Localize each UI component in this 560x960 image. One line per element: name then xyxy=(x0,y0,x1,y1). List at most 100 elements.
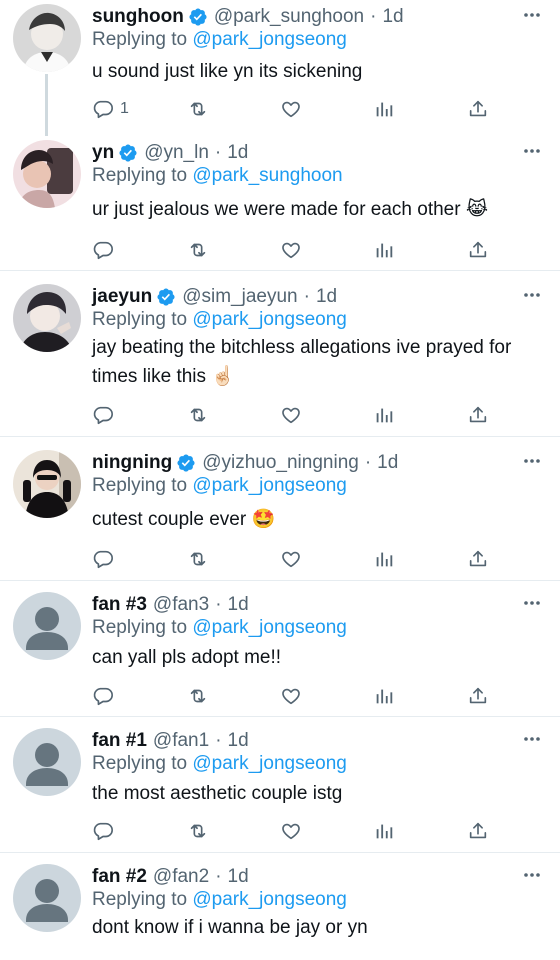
analytics-button[interactable] xyxy=(373,819,395,843)
share-button[interactable] xyxy=(467,819,489,843)
analytics-button[interactable] xyxy=(373,238,395,262)
more-icon[interactable] xyxy=(522,144,542,158)
avatar[interactable] xyxy=(13,450,81,518)
tweet-text: dont know if i wanna be jay or yn xyxy=(92,917,368,938)
like-icon xyxy=(280,548,302,570)
separator-dot: · xyxy=(364,452,372,473)
like-icon xyxy=(280,239,302,261)
replying-to: Replying to @park_jongseong xyxy=(92,307,347,333)
reply-icon xyxy=(92,820,114,842)
avatar[interactable] xyxy=(13,728,81,796)
divider xyxy=(0,436,560,437)
analytics-icon xyxy=(373,404,395,426)
more-icon[interactable] xyxy=(522,732,542,746)
mention-link[interactable]: @park_sunghoon xyxy=(192,165,342,186)
mention-link[interactable]: @park_jongseong xyxy=(192,475,347,496)
share-icon xyxy=(467,239,489,261)
verified-icon xyxy=(184,7,208,27)
action-bar: 1 xyxy=(92,97,492,121)
tweet-text: jay beating the bitchless allegations iv… xyxy=(92,337,512,387)
like-button[interactable] xyxy=(280,684,302,708)
reply-button[interactable] xyxy=(92,684,114,708)
like-button[interactable] xyxy=(280,97,302,121)
like-button[interactable] xyxy=(280,403,302,427)
replying-to-label: Replying to xyxy=(92,617,193,638)
retweet-button[interactable] xyxy=(187,547,209,571)
avatar[interactable] xyxy=(13,864,81,932)
avatar[interactable] xyxy=(13,592,81,660)
divider xyxy=(0,852,560,853)
replying-to: Replying to @park_jongseong xyxy=(92,887,347,913)
reply-icon xyxy=(92,98,114,120)
share-button[interactable] xyxy=(467,547,489,571)
action-bar xyxy=(92,684,492,708)
like-icon xyxy=(280,98,302,120)
retweet-icon xyxy=(187,239,209,261)
retweet-button[interactable] xyxy=(187,684,209,708)
tweet-text: cutest couple ever 🤩 xyxy=(92,509,276,530)
verified-icon xyxy=(172,453,196,473)
like-button[interactable] xyxy=(280,819,302,843)
analytics-icon xyxy=(373,548,395,570)
replying-to-label: Replying to xyxy=(92,309,193,330)
tweet-text: can yall pls adopt me!! xyxy=(92,647,282,668)
reply-button[interactable]: 1 xyxy=(92,97,129,121)
more-icon[interactable] xyxy=(522,868,542,882)
analytics-button[interactable] xyxy=(373,97,395,121)
mention-link[interactable]: @park_jongseong xyxy=(192,309,347,330)
reply-button[interactable] xyxy=(92,819,114,843)
reply-tweet[interactable]: yn @yn_ln · 1d Replying to @park_sunghoon ur … xyxy=(0,140,560,280)
mention-link[interactable]: @park_jongseong xyxy=(192,753,347,774)
analytics-button[interactable] xyxy=(373,547,395,571)
tweet-text: ur just jealous we were made for each ot… xyxy=(92,199,489,220)
analytics-icon xyxy=(373,685,395,707)
share-icon xyxy=(467,98,489,120)
like-button[interactable] xyxy=(280,547,302,571)
reply-tweet[interactable]: jaeyun @sim_jaeyun · 1d Replying to @park_jo… xyxy=(0,284,560,427)
more-icon[interactable] xyxy=(522,288,542,302)
replying-to: Replying to @park_jongseong xyxy=(92,473,347,499)
action-bar xyxy=(92,547,492,571)
reply-icon xyxy=(92,548,114,570)
more-icon[interactable] xyxy=(522,8,542,22)
share-button[interactable] xyxy=(467,684,489,708)
share-icon xyxy=(467,685,489,707)
divider xyxy=(0,270,560,271)
share-button[interactable] xyxy=(467,403,489,427)
replying-to-label: Replying to xyxy=(92,29,193,50)
more-icon[interactable] xyxy=(522,454,542,468)
avatar[interactable] xyxy=(13,4,81,72)
analytics-button[interactable] xyxy=(373,684,395,708)
share-button[interactable] xyxy=(467,238,489,262)
analytics-button[interactable] xyxy=(373,403,395,427)
more-icon[interactable] xyxy=(522,596,542,610)
reply-tweet[interactable]: fan #1 @fan1 · 1d Replying to @park_jongseon… xyxy=(0,728,560,868)
reply-tweet[interactable]: ningning @yizhuo_ningning · 1d Replying to @… xyxy=(0,450,560,590)
analytics-icon xyxy=(373,820,395,842)
divider xyxy=(0,580,560,581)
retweet-button[interactable] xyxy=(187,238,209,262)
reply-button[interactable] xyxy=(92,547,114,571)
reply-button[interactable] xyxy=(92,238,114,262)
retweet-button[interactable] xyxy=(187,403,209,427)
avatar[interactable] xyxy=(13,284,81,352)
replying-to: Replying to @park_jongseong xyxy=(92,27,347,53)
reply-tweet[interactable]: fan #2 @fan2 · 1d Replying to @park_jongseon… xyxy=(0,864,560,960)
replying-to: Replying to @park_jongseong xyxy=(92,615,347,641)
reply-icon xyxy=(92,685,114,707)
reply-tweet[interactable]: fan #3 @fan3 · 1d Replying to @park_jongseon… xyxy=(0,592,560,732)
tweet-timestamp[interactable]: 1d xyxy=(382,4,403,30)
replying-to: Replying to @park_sunghoon xyxy=(92,163,343,189)
retweet-button[interactable] xyxy=(187,819,209,843)
mention-link[interactable]: @park_jongseong xyxy=(192,889,347,910)
retweet-button[interactable] xyxy=(187,97,209,121)
tweet-text: the most aesthetic couple istg xyxy=(92,783,343,804)
avatar[interactable] xyxy=(13,140,81,208)
mention-link[interactable]: @park_jongseong xyxy=(192,617,347,638)
reply-button[interactable] xyxy=(92,403,114,427)
share-button[interactable] xyxy=(467,97,489,121)
reply-tweet[interactable]: sunghoon @park_sunghoon · 1d Replying to @pa… xyxy=(0,4,560,144)
mention-link[interactable]: @park_jongseong xyxy=(192,29,347,50)
like-button[interactable] xyxy=(280,238,302,262)
tweet-timestamp[interactable]: 1d xyxy=(377,450,398,476)
